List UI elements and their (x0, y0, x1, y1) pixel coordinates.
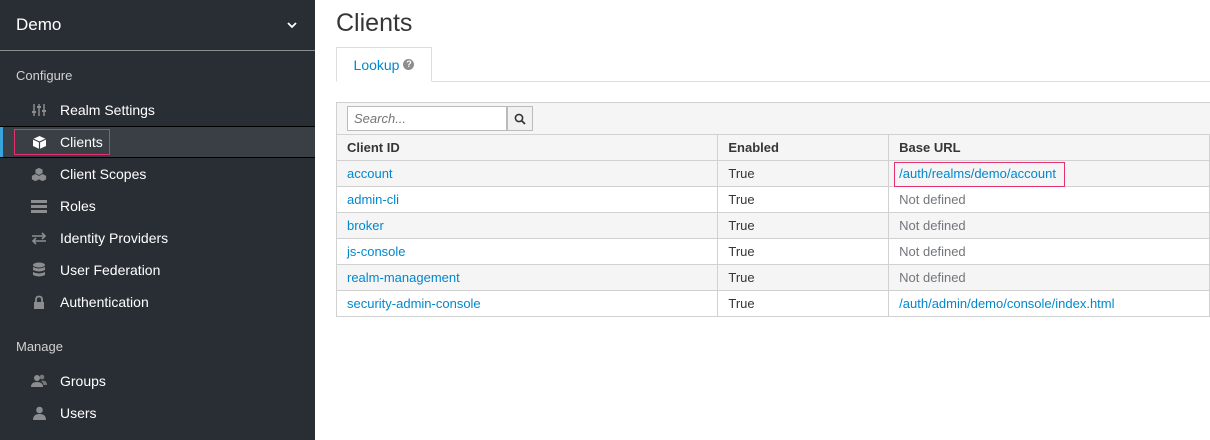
base-url-highlight-box (894, 162, 1066, 187)
sidebar-item-label: Groups (60, 373, 106, 389)
table-row: broker True Not defined (335, 212, 1210, 239)
table-row: js-console True Not defined (335, 238, 1210, 265)
client-id-cell: account (335, 160, 719, 187)
clients-table: Client ID Enabled Base URL account True … (335, 134, 1210, 317)
sidebar-item-identity-providers[interactable]: Identity Providers (0, 222, 315, 254)
sidebar-item-label: Users (60, 405, 97, 421)
base-url-cell: /auth/admin/demo/console/index.html (888, 290, 1210, 317)
realm-name: Demo (16, 15, 62, 34)
table-row: account True /auth/realms/demo/account (335, 160, 1210, 187)
sidebar-item-realm-settings[interactable]: Realm Settings (0, 94, 315, 126)
column-header-client-id[interactable]: Client ID (335, 134, 719, 161)
enabled-cell: True (717, 160, 890, 187)
base-url-cell: Not defined (888, 212, 1210, 239)
base-url-cell: /auth/realms/demo/account (888, 160, 1210, 187)
sidebar-item-label: Authentication (60, 294, 149, 310)
base-url-cell: Not defined (888, 264, 1210, 291)
manage-heading: Manage (16, 339, 63, 354)
client-link[interactable]: admin-cli (347, 192, 399, 207)
table-toolbar (336, 102, 1210, 135)
sliders-icon (31, 102, 47, 118)
client-id-cell: js-console (335, 238, 719, 265)
client-link[interactable]: security-admin-console (347, 296, 481, 311)
app-window: Demo Configure Realm Settings Clients Cl… (0, 0, 1210, 440)
help-icon[interactable]: ? (403, 59, 415, 70)
base-url-cell: Not defined (888, 238, 1210, 265)
sidebar-item-label: Identity Providers (60, 230, 169, 246)
chevron-down-icon (287, 22, 297, 29)
table-row: realm-management True Not defined (335, 264, 1210, 291)
client-link[interactable]: realm-management (347, 270, 460, 285)
sidebar-item-groups[interactable]: Groups (0, 365, 315, 397)
table-row: admin-cli True Not defined (335, 186, 1210, 213)
page-title: Clients (336, 9, 413, 37)
enabled-cell: True (717, 264, 890, 291)
lock-icon (31, 294, 47, 310)
enabled-cell: True (717, 238, 890, 265)
sidebar-item-client-scopes[interactable]: Client Scopes (0, 158, 315, 190)
user-icon (31, 405, 47, 421)
sidebar-item-label: Roles (60, 198, 96, 214)
search-button[interactable] (507, 106, 533, 131)
client-id-cell: realm-management (335, 264, 719, 291)
realm-selector[interactable]: Demo (0, 0, 315, 51)
configure-heading: Configure (16, 68, 73, 83)
list-icon (31, 198, 47, 214)
main-content: Clients Lookup ? Client ID Enabled Base … (315, 0, 1210, 440)
enabled-cell: True (717, 290, 890, 317)
client-id-cell: security-admin-console (335, 290, 719, 317)
sidebar-item-roles[interactable]: Roles (0, 190, 315, 222)
client-id-cell: broker (335, 212, 719, 239)
tab-label: Lookup (353, 56, 400, 73)
tab-bar: Lookup ? (336, 47, 1210, 82)
column-header-enabled[interactable]: Enabled (717, 134, 890, 161)
client-link[interactable]: account (347, 166, 393, 181)
sidebar-item-label: Client Scopes (60, 166, 147, 182)
sidebar-item-authentication[interactable]: Authentication (0, 286, 315, 318)
sidebar-item-user-federation[interactable]: User Federation (0, 254, 315, 286)
client-link[interactable]: js-console (347, 244, 406, 259)
cubes-icon (31, 166, 47, 182)
users-icon (31, 373, 47, 389)
table-header-row: Client ID Enabled Base URL (335, 134, 1210, 161)
base-url-link[interactable]: /auth/admin/demo/console/index.html (899, 296, 1114, 311)
enabled-cell: True (717, 186, 890, 213)
base-url-cell: Not defined (888, 186, 1210, 213)
tab-lookup[interactable]: Lookup ? (336, 47, 432, 82)
search-icon (514, 113, 526, 125)
sidebar-item-label: Realm Settings (60, 102, 155, 118)
enabled-cell: True (717, 212, 890, 239)
database-icon (31, 262, 47, 278)
sidebar-item-users[interactable]: Users (0, 397, 315, 429)
column-header-base-url[interactable]: Base URL (888, 134, 1210, 161)
clients-highlight-box (14, 129, 110, 155)
search-input[interactable] (347, 106, 507, 131)
client-link[interactable]: broker (347, 218, 384, 233)
sidebar-item-label: User Federation (60, 262, 161, 278)
exchange-icon (31, 230, 47, 246)
sidebar: Demo Configure Realm Settings Clients Cl… (0, 0, 315, 440)
table-row: security-admin-console True /auth/admin/… (335, 290, 1210, 317)
client-id-cell: admin-cli (335, 186, 719, 213)
